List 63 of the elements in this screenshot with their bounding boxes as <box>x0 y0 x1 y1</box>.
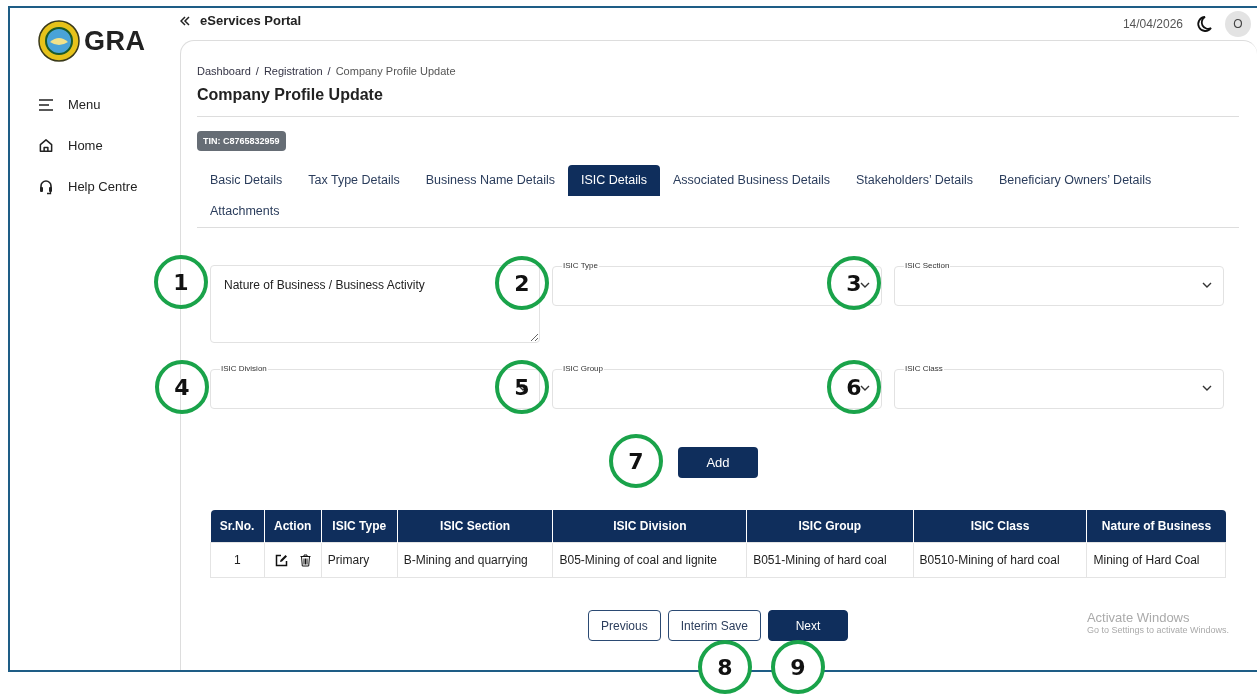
table-cell: B0510-Mining of hard coal <box>913 542 1087 578</box>
activation-notice-text: Go to Settings to activate Windows. <box>1086 625 1229 635</box>
chevron-down-icon <box>860 385 870 391</box>
headset-icon <box>38 178 54 195</box>
date-text: 14/04/2026 <box>1122 17 1183 31</box>
next-button[interactable]: Next <box>768 610 848 641</box>
activation-notice-title: Activate Windows <box>1086 610 1191 625</box>
menu-icon <box>38 98 54 111</box>
chevron-down-icon <box>1202 282 1212 288</box>
chevron-down-icon <box>1202 385 1212 391</box>
annotation-marker: 3 <box>827 256 881 310</box>
portal-title: eServices Portal <box>200 13 302 28</box>
tab[interactable]: Attachments <box>197 196 293 227</box>
collapse-icon[interactable] <box>180 16 190 26</box>
moon-icon[interactable] <box>1195 15 1213 33</box>
emblem-icon <box>38 20 80 62</box>
table-cell: Mining of Hard Coal <box>1086 542 1226 578</box>
add-button[interactable]: Add <box>678 447 758 478</box>
breadcrumb-separator: / <box>255 65 259 77</box>
breadcrumb-link[interactable]: Registration <box>263 65 323 77</box>
breadcrumb-link[interactable]: Dashboard <box>197 65 251 77</box>
tab[interactable]: ISIC Details <box>567 165 660 196</box>
tab[interactable]: Beneficiary Owners’ Details <box>985 165 1165 196</box>
tab[interactable]: Basic Details <box>197 165 296 196</box>
user-avatar[interactable]: O <box>1225 11 1251 37</box>
annotation-marker: 1 <box>154 255 208 309</box>
page-title: Company Profile Update <box>197 86 384 104</box>
trash-icon[interactable] <box>299 553 311 567</box>
tab[interactable]: Business Name Details <box>412 165 568 196</box>
annotation-marker: 4 <box>155 360 209 414</box>
column-header: Action <box>264 510 322 543</box>
nav-button[interactable]: Previous <box>587 610 661 641</box>
table-cell: B051-Mining of hard coal <box>746 542 913 578</box>
logo-text: GRA <box>84 25 146 57</box>
sidebar-item[interactable]: Home <box>38 125 178 166</box>
tin-badge: TIN: C8765832959 <box>197 131 286 151</box>
column-header: Nature of Business <box>1086 510 1226 543</box>
annotation-marker: 2 <box>495 256 549 310</box>
breadcrumb-current: Company Profile Update <box>335 65 456 77</box>
tab[interactable]: Tax Type Details <box>295 165 413 196</box>
tab[interactable]: Associated Business Details <box>659 165 843 196</box>
column-header: ISIC Group <box>746 510 913 543</box>
home-icon <box>38 138 54 153</box>
sidebar-item[interactable]: Help Centre <box>38 166 178 207</box>
table-cell: Primary <box>321 542 398 578</box>
annotation-marker: 7 <box>609 434 663 488</box>
column-header: ISIC Type <box>321 510 398 543</box>
table-cell: B-Mining and quarrying <box>397 542 553 578</box>
column-header: ISIC Division <box>552 510 747 543</box>
chevron-down-icon <box>860 282 870 288</box>
annotation-marker: 6 <box>827 360 881 414</box>
annotation-marker: 8 <box>698 640 752 694</box>
edit-icon[interactable] <box>274 553 288 567</box>
annotation-marker: 9 <box>771 640 825 694</box>
tab[interactable]: Stakeholders’ Details <box>843 165 986 196</box>
column-header: Sr.No. <box>210 510 265 543</box>
table-cell: 1 <box>210 542 265 578</box>
column-header: ISIC Section <box>397 510 553 543</box>
sidebar-item[interactable]: Menu <box>38 84 178 125</box>
column-header: ISIC Class <box>913 510 1087 543</box>
nav-button[interactable]: Interim Save <box>667 610 761 641</box>
breadcrumb-separator: / <box>327 65 331 77</box>
table-cell: B05-Mining of coal and lignite <box>552 542 747 578</box>
